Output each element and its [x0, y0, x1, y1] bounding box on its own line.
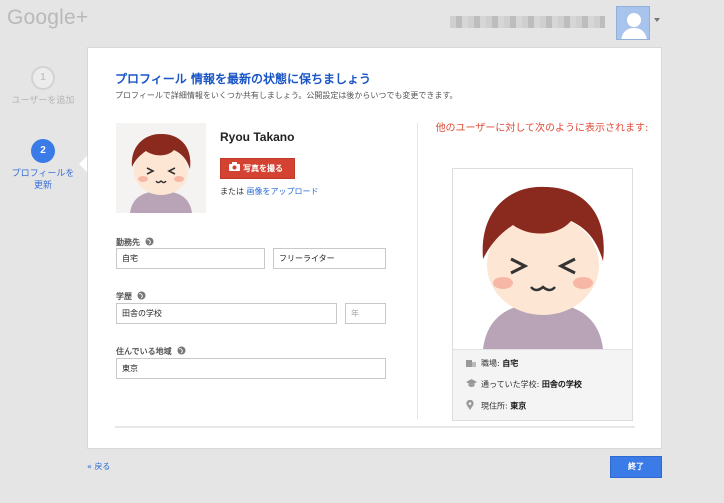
employer-input[interactable]: 自宅 — [116, 248, 265, 269]
cartoon-avatar-image — [453, 169, 632, 349]
chevron-down-icon[interactable] — [654, 18, 660, 22]
take-photo-button[interactable]: 写真を撮る — [220, 158, 295, 179]
location-input[interactable]: 東京 — [116, 358, 386, 379]
work-label-row: 勤務先 — [116, 237, 154, 248]
preview-info: 職場: 自宅 通っていた学校: 田舎の学校 現住所: 東京 — [453, 349, 632, 420]
location-label: 住んでいる地域 — [116, 347, 172, 356]
preview-school-row: 通っていた学校: 田舎の学校 — [466, 379, 582, 390]
school-input[interactable]: 田舎の学校 — [116, 303, 337, 324]
location-label-row: 住んでいる地域 — [116, 346, 186, 357]
google-plus-logo[interactable]: Google+ — [7, 6, 88, 30]
back-link[interactable]: « 戻る — [87, 461, 110, 472]
preview-work-row: 職場: 自宅 — [466, 358, 518, 369]
building-icon — [466, 358, 476, 369]
year-input[interactable]: 年 — [345, 303, 386, 324]
preview-work-value: 自宅 — [502, 359, 519, 368]
globe-icon[interactable] — [137, 291, 146, 302]
step-add-users[interactable]: 1 ユーザーを追加 — [0, 66, 86, 107]
step-update-profile[interactable]: 2 プロフィールを更新 — [0, 139, 86, 192]
done-button[interactable]: 終了 — [610, 456, 662, 478]
step-number: 1 — [31, 66, 55, 90]
preview-title: 他のユーザーに対して次のように表示されます: — [435, 123, 649, 134]
preview-school-value: 田舎の学校 — [541, 380, 582, 389]
preview-location-row: 現住所: 東京 — [466, 399, 527, 412]
globe-icon[interactable] — [145, 237, 154, 248]
cartoon-avatar-image — [116, 123, 206, 213]
education-label: 学歴 — [116, 292, 132, 301]
preview-location-value: 東京 — [510, 401, 527, 411]
preview-photo — [453, 169, 632, 349]
profile-preview-card: 職場: 自宅 通っていた学校: 田舎の学校 現住所: 東京 — [452, 168, 633, 421]
upload-line: または 画像をアップロード — [220, 186, 319, 197]
profile-photo[interactable] — [116, 123, 206, 213]
preview-school-label: 通っていた学校: — [481, 380, 540, 389]
work-label: 勤務先 — [116, 238, 140, 247]
map-pin-icon — [466, 399, 476, 412]
camera-icon — [229, 159, 240, 178]
page-title: プロフィール 情報を最新の状態に保ちましょう — [115, 72, 371, 86]
footer-divider — [115, 426, 635, 428]
preview-work-label: 職場: — [481, 359, 500, 368]
step-label: プロフィールを更新 — [11, 169, 75, 191]
take-photo-label: 写真を撮る — [243, 164, 283, 173]
column-divider — [417, 123, 418, 419]
graduation-cap-icon — [466, 379, 477, 390]
account-email-blurred — [450, 16, 605, 28]
step-number: 2 — [31, 139, 55, 163]
account-avatar[interactable] — [616, 6, 650, 40]
upload-prefix: または — [220, 187, 244, 196]
preview-location-label: 現住所: — [481, 401, 508, 411]
upload-image-link[interactable]: 画像をアップロード — [247, 187, 319, 196]
education-label-row: 学歴 — [116, 291, 146, 302]
default-avatar-icon — [621, 13, 647, 39]
profile-name: Ryou Takano — [220, 130, 295, 144]
profile-card: プロフィール 情報を最新の状態に保ちましょう プロフィールで詳細情報をいくつか共… — [87, 47, 662, 449]
step-label: ユーザーを追加 — [11, 96, 75, 106]
page-subtitle: プロフィールで詳細情報をいくつか共有しましょう。公開設定は後からいつでも変更でき… — [115, 91, 458, 100]
job-title-input[interactable]: フリーライター — [273, 248, 386, 269]
globe-icon[interactable] — [177, 346, 186, 357]
